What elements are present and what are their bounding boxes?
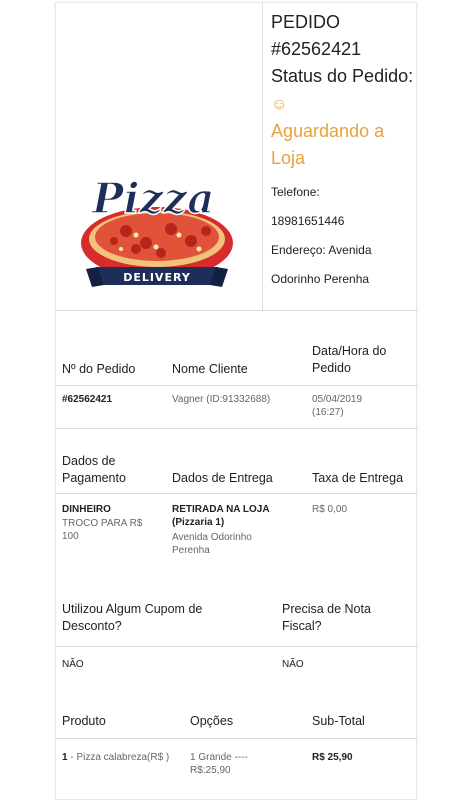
phone-value: 18981651446 [271,214,345,228]
divider [56,646,418,647]
logo-panel: Pizza DELIVERY [56,3,263,311]
cell-delivery-fee: R$ 0,00 [312,504,348,515]
cell-delivery-type: RETIRADA NA LOJA (Pizzaria 1) [172,504,270,528]
col-header-subtotal: Sub-Total [312,714,365,728]
phone-label: Telefone: [271,185,320,199]
divider [56,385,418,386]
col-header-client-name: Nome Cliente [172,362,248,376]
order-header: Pizza DELIVERY PEDIDO #62562421 Status d… [56,3,418,311]
status-value: Aguardando a Loja [271,121,385,168]
cell-datetime: 05/04/2019 (16:27) [312,394,363,418]
col-header-coupon: Utilizou Algum Cupom de Desconto? [62,602,203,633]
col-header-delivery-fee: Taxa de Entrega [312,471,404,485]
product-subtotal: R$ 25,90 [312,752,353,763]
order-label: PEDIDO [271,12,341,32]
product-name: - Pizza calabreza(R$ ) [70,752,170,763]
order-number: #62562421 [271,39,362,59]
divider [56,493,418,494]
product-qty: 1 [62,752,68,763]
col-header-order-number: Nº do Pedido [62,362,136,376]
cell-payment-method: DINHEIRO [62,504,111,515]
cell-payment-change: TROCO PARA R$ 100 [62,518,143,542]
pizza-delivery-logo: Pizza DELIVERY [81,173,233,287]
smile-icon: ☺ [271,96,288,113]
cell-delivery-address: Avenida Odorinho Perenha [172,532,252,556]
cell-invoice-value: NÃO [282,659,304,670]
col-header-options: Opções [190,714,234,728]
product-options: 1 Grande ---- R$:25,90 [190,752,248,776]
col-header-delivery: Dados de Entrega [172,471,273,485]
col-header-invoice: Precisa de Nota Fiscal? [282,602,371,633]
cell-client-name: Vagner (ID:91332688) [172,394,271,405]
logo-text: Pizza [91,174,214,223]
divider [56,428,418,429]
col-header-product: Produto [62,714,106,728]
col-header-payment: Dados de Pagamento [62,454,126,485]
col-header-datetime: Data/Hora do Pedido [312,344,387,375]
order-card: Pizza DELIVERY PEDIDO #62562421 Status d… [55,2,418,800]
status-label: Status do Pedido: [271,66,414,86]
cell-coupon-value: NÃO [62,659,84,670]
product-row: 1 - Pizza calabreza(R$ ) [62,751,172,764]
logo-banner-text: DELIVERY [123,271,191,284]
cell-order-number: #62562421 [62,394,113,405]
divider [56,738,418,739]
address-text: Endereço: Avenida Odorinho Perenha [271,243,372,286]
order-info: PEDIDO #62562421 Status do Pedido: ☺ Agu… [271,9,416,294]
